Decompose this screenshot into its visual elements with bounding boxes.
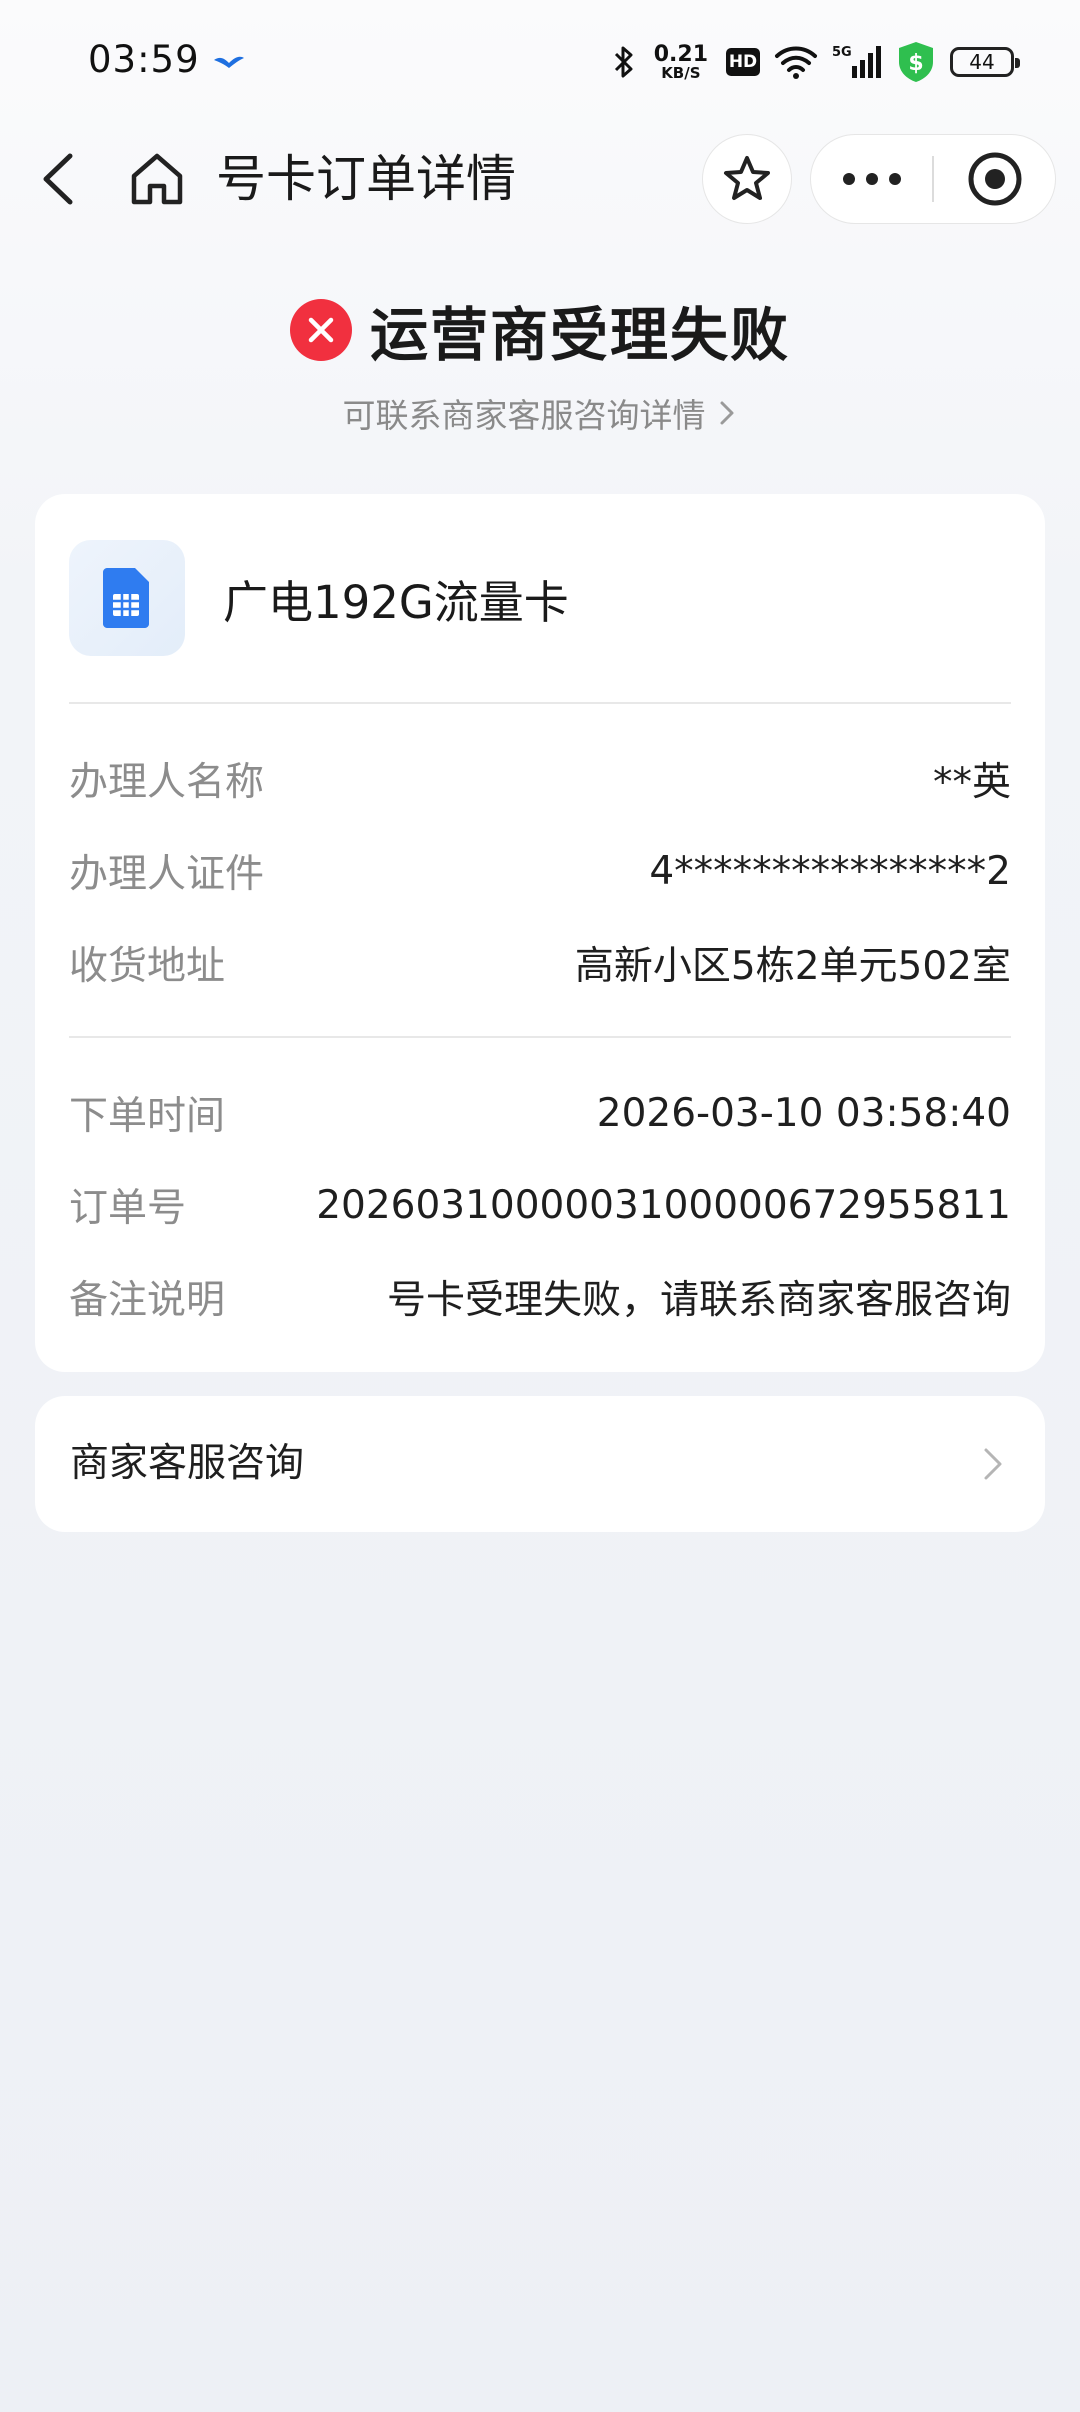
network-speed-value: 0.21 [653, 41, 708, 67]
detail-value: 号卡受理失败，请联系商家客服咨询 [386, 1278, 1011, 1323]
detail-label: 订单号 [69, 1186, 187, 1231]
more-icon [842, 173, 901, 185]
product-row: 广电192G流量卡 [69, 540, 569, 656]
detail-label: 办理人名称 [69, 760, 265, 805]
network-speed: 0.21 KB/S [653, 41, 708, 82]
close-circle-icon [968, 152, 1021, 206]
status-right-group: 0.21 KB/S HD 5G $ 44 [612, 36, 1020, 88]
bird-notification-icon [214, 56, 244, 68]
detail-row-shipping-address: 收货地址 高新小区5栋2单元502室 [69, 928, 1011, 998]
product-name: 广电192G流量卡 [223, 575, 569, 629]
close-button[interactable] [934, 134, 1055, 224]
battery-icon: 44 [950, 47, 1020, 77]
detail-value: 高新小区5栋2单元502室 [574, 944, 1011, 989]
wifi-icon [775, 46, 817, 79]
svg-text:$: $ [908, 51, 923, 76]
home-icon[interactable] [124, 146, 190, 212]
chevron-right-icon [720, 401, 733, 425]
merchant-service-button[interactable]: 商家客服咨询 [35, 1396, 1045, 1532]
contact-service-link[interactable]: 可联系商家客服咨询详情 [0, 388, 1080, 438]
merchant-service-label: 商家客服咨询 [70, 1441, 305, 1486]
detail-label: 办理人证件 [69, 852, 265, 897]
detail-label: 下单时间 [69, 1094, 226, 1139]
product-thumbnail [69, 540, 185, 656]
contact-hint-text: 可联系商家客服咨询详情 [342, 396, 706, 435]
chevron-right-icon [984, 1448, 1002, 1480]
more-button[interactable] [811, 134, 932, 224]
divider [69, 1036, 1011, 1038]
signal-icon: 5G [832, 45, 881, 78]
status-bar: 03:59 0.21 KB/S HD 5G $ 44 [0, 0, 1080, 124]
divider [69, 702, 1011, 704]
network-speed-unit: KB/S [661, 63, 701, 82]
nav-bar: 号卡订单详情 [0, 124, 1080, 234]
favorite-button[interactable] [702, 134, 792, 224]
detail-value: 4****************2 [649, 848, 1011, 894]
detail-row-applicant-name: 办理人名称 **英 [69, 744, 1011, 814]
star-icon [724, 156, 770, 200]
sim-card-icon [103, 568, 149, 628]
detail-value: **英 [932, 760, 1011, 805]
detail-row-remark: 备注说明 号卡受理失败，请联系商家客服咨询 [69, 1262, 1011, 1332]
bluetooth-icon [614, 46, 633, 78]
order-status-header: 运营商受理失败 [0, 290, 1080, 370]
back-icon[interactable] [30, 146, 96, 212]
detail-row-order-number: 订单号 2026031000003100000672955811 [69, 1170, 1011, 1240]
detail-row-applicant-id: 办理人证件 4****************2 [69, 836, 1011, 906]
shield-dollar-icon: $ [899, 42, 933, 82]
fail-icon [289, 299, 352, 361]
detail-value[interactable]: 2026031000003100000672955811 [316, 1183, 1011, 1228]
detail-label: 备注说明 [69, 1278, 226, 1323]
detail-value: 2026-03-10 03:58:40 [596, 1090, 1011, 1136]
detail-label: 收货地址 [69, 944, 226, 989]
page-title: 号卡订单详情 [216, 150, 516, 208]
hd-badge: HD [726, 48, 760, 76]
detail-row-order-time: 下单时间 2026-03-10 03:58:40 [69, 1078, 1011, 1148]
status-time: 03:59 [88, 38, 200, 81]
mini-program-capsule [810, 134, 1056, 224]
order-detail-card: 广电192G流量卡 办理人名称 **英 办理人证件 4*************… [35, 494, 1045, 1372]
signal-label: 5G [832, 45, 852, 60]
order-status-title: 运营商受理失败 [369, 301, 790, 369]
